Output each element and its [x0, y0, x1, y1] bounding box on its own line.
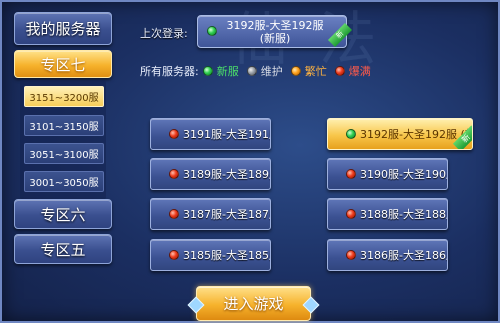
- server-name: 3190服-大圣190服: [360, 168, 448, 181]
- status-full-icon: [169, 209, 179, 219]
- legend-maintenance: 维护: [246, 63, 283, 79]
- legend-full: 爆满: [334, 63, 371, 79]
- zone-tab-5[interactable]: 专区五: [14, 234, 112, 264]
- legend-new-text: 新服: [216, 65, 239, 78]
- status-full-icon: [334, 66, 345, 76]
- status-full-icon: [169, 129, 179, 139]
- server-button-3187[interactable]: 3187服-大圣187服: [150, 198, 271, 230]
- server-name: 3189服-大圣189服: [183, 168, 271, 181]
- status-new-icon: [207, 26, 217, 36]
- server-name: 3186服-大圣186服: [360, 249, 448, 262]
- legend-new: 新服: [202, 63, 239, 79]
- status-full-icon: [169, 250, 179, 260]
- legend-maintenance-text: 维护: [260, 65, 283, 78]
- server-name: 3185服-大圣185服: [183, 249, 271, 262]
- status-full-icon: [346, 209, 356, 219]
- server-button-3188[interactable]: 3188服-大圣188服: [327, 198, 448, 230]
- server-button-3190[interactable]: 3190服-大圣190服: [327, 158, 448, 190]
- range-item-3151-3200[interactable]: 3151~3200服: [24, 86, 104, 107]
- legend-label: 所有服务器:: [140, 65, 199, 78]
- server-button-3192[interactable]: 3192服-大圣192服 (新 新: [327, 118, 473, 150]
- server-button-3191[interactable]: 3191服-大圣191服: [150, 118, 271, 150]
- last-login-server-name: 3192服-大圣192服 (新服): [226, 18, 324, 45]
- zone-tab-6[interactable]: 专区六: [14, 199, 112, 229]
- status-new-icon: [346, 129, 356, 139]
- range-item-3051-3100[interactable]: 3051~3100服: [24, 143, 104, 164]
- server-name: 3188服-大圣188服: [360, 208, 448, 221]
- server-status-legend: 所有服务器: 新服 维护 繁忙 爆满: [140, 63, 379, 79]
- status-busy-icon: [290, 66, 301, 76]
- status-full-icon: [169, 169, 179, 179]
- status-full-icon: [346, 169, 356, 179]
- last-login-label: 上次登录:: [140, 27, 188, 40]
- server-name: 3187服-大圣187服: [183, 208, 271, 221]
- enter-game-button[interactable]: 进入游戏: [196, 286, 311, 321]
- last-login-server-button[interactable]: 3192服-大圣192服 (新服) 新: [197, 15, 353, 48]
- server-button-3189[interactable]: 3189服-大圣189服: [150, 158, 271, 190]
- zone-tab-7[interactable]: 专区七: [14, 50, 112, 78]
- status-full-icon: [346, 250, 356, 260]
- range-item-3001-3050[interactable]: 3001~3050服: [24, 171, 104, 192]
- server-button-3186[interactable]: 3186服-大圣186服: [327, 239, 448, 271]
- legend-busy-text: 繁忙: [304, 65, 327, 78]
- status-maintenance-icon: [246, 66, 257, 76]
- server-name: 3191服-大圣191服: [183, 128, 271, 141]
- server-button-3185[interactable]: 3185服-大圣185服: [150, 239, 271, 271]
- status-new-icon: [202, 66, 213, 76]
- my-servers-button[interactable]: 我的服务器: [14, 12, 112, 45]
- legend-busy: 繁忙: [290, 63, 327, 79]
- range-item-3101-3150[interactable]: 3101~3150服: [24, 115, 104, 136]
- legend-full-text: 爆满: [348, 65, 371, 78]
